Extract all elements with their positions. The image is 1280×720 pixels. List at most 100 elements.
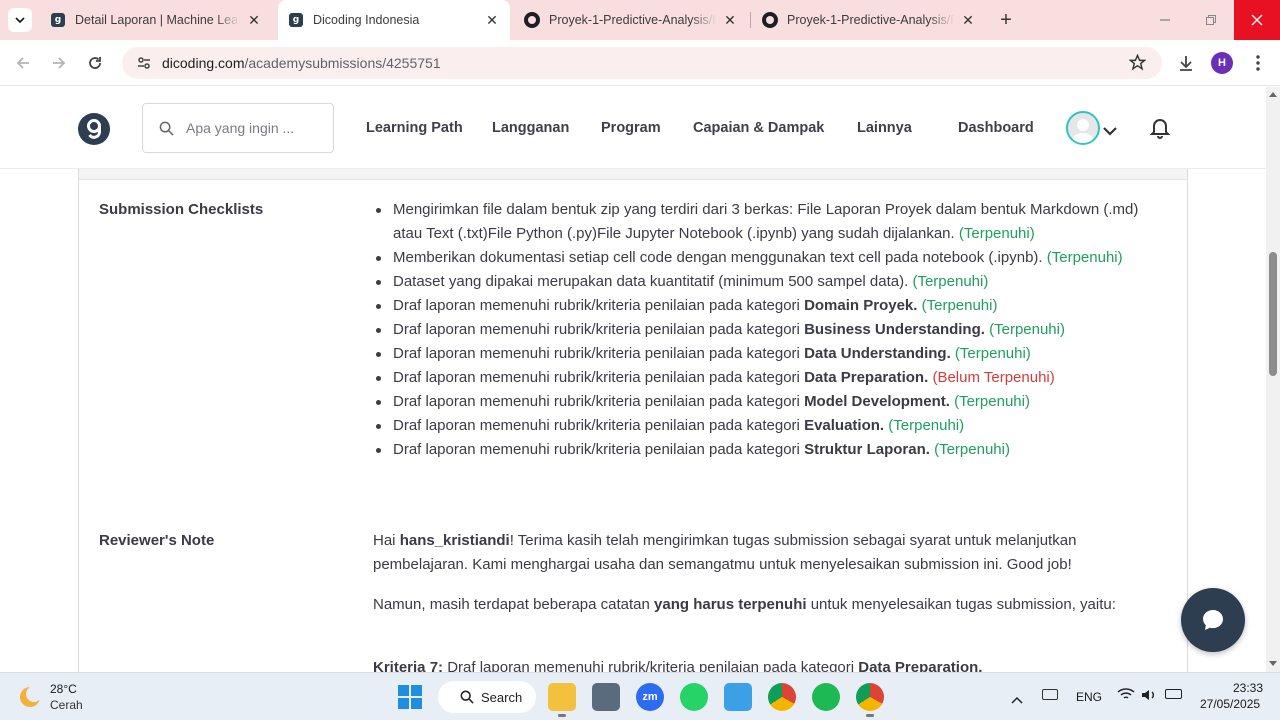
volume-icon[interactable] — [1141, 688, 1157, 707]
notepad-icon[interactable] — [724, 683, 752, 711]
user-avatar[interactable] — [1066, 111, 1100, 145]
scroll-up-icon[interactable] — [1269, 91, 1277, 97]
tab-detail-laporan[interactable]: g Detail Laporan | Machine Learni ✕ — [40, 0, 272, 40]
tab-github-laporan[interactable]: Proyek-1-Predictive-Analysis/La ✕ — [514, 0, 748, 40]
keyboard-icon[interactable] — [1042, 689, 1058, 700]
download-icon — [1180, 56, 1192, 71]
chat-button[interactable] — [1181, 588, 1245, 652]
bell-icon[interactable] — [1149, 117, 1171, 144]
forward-button[interactable] — [46, 40, 72, 86]
tab-title: Detail Laporan | Machine Learni — [75, 13, 240, 27]
arrow-right-icon — [53, 57, 66, 69]
search-label: Search — [481, 689, 523, 705]
search-icon — [460, 690, 474, 704]
criteria-category: Data Preparation. — [858, 659, 983, 672]
close-icon[interactable]: ✕ — [960, 12, 976, 28]
menu-button[interactable] — [1248, 40, 1268, 86]
url-path: /academysubmissions/4255751 — [244, 55, 441, 71]
tab-title: Proyek-1-Predictive-Analysis/La — [549, 13, 716, 27]
dicoding-logo[interactable] — [78, 113, 110, 145]
list-item: Draf laporan memenuhi rubrik/kriteria pe… — [373, 438, 1163, 462]
list-item: Draf laporan memenuhi rubrik/kriteria pe… — [373, 366, 1163, 390]
nav-learning-path[interactable]: Learning Path — [366, 87, 463, 169]
category-name: Data Preparation. — [804, 369, 929, 386]
address-bar[interactable]: dicoding.com/academysubmissions/4255751 — [122, 47, 1162, 79]
taskbar-search[interactable]: Search — [438, 681, 536, 713]
file-explorer-icon[interactable] — [548, 683, 576, 711]
nav-capaian-dampak[interactable]: Capaian & Dampak — [693, 87, 824, 169]
checklist-text: Dataset yang dipakai merupakan data kuan… — [393, 273, 909, 290]
site-header: Apa yang ingin ... Learning Path Langgan… — [0, 87, 1266, 169]
list-item: Draf laporan memenuhi rubrik/kriteria pe… — [373, 318, 1163, 342]
status-ok: (Terpenuhi) — [958, 225, 1035, 242]
tab-github-predictive[interactable]: Proyek-1-Predictive-Analysis/Pr ✕ — [752, 0, 986, 40]
username: hans_kristiandi — [399, 532, 510, 549]
site-info-icon[interactable] — [136, 55, 152, 71]
search-icon — [159, 121, 174, 136]
category-name: Business Understanding. — [804, 321, 985, 338]
nav-program[interactable]: Program — [601, 87, 661, 169]
checklist-label: Submission Checklists — [99, 201, 264, 218]
dicoding-icon: g — [50, 12, 66, 28]
chat-bubble-icon — [1203, 610, 1223, 630]
close-icon[interactable]: ✕ — [484, 12, 500, 28]
search-input[interactable]: Apa yang ingin ... — [142, 103, 334, 153]
chrome-icon[interactable] — [768, 683, 796, 711]
weather-desc: Cerah — [50, 698, 83, 712]
status-ok: (Terpenuhi) — [954, 393, 1030, 410]
nav-dashboard[interactable]: Dashboard — [958, 87, 1034, 169]
spotify-icon[interactable] — [812, 683, 840, 711]
reload-button[interactable] — [82, 40, 108, 86]
download-button[interactable] — [1174, 40, 1198, 86]
remarks-emphasis: yang harus terpenuhi — [654, 596, 807, 613]
back-button[interactable] — [10, 40, 36, 86]
reload-icon — [89, 57, 101, 69]
tab-dicoding-indonesia[interactable]: g Dicoding Indonesia ✕ — [278, 0, 510, 40]
status-ok: (Terpenuhi) — [954, 345, 1031, 362]
status-ok: (Terpenuhi) — [912, 273, 989, 290]
active-indicator — [866, 714, 874, 717]
close-icon[interactable]: ✕ — [722, 12, 738, 28]
bookmark-star-icon[interactable] — [1129, 54, 1146, 71]
category-name: Model Development. — [804, 393, 950, 410]
chrome-profile-icon[interactable] — [856, 683, 884, 711]
clock-time[interactable]: 23:33 — [1233, 681, 1263, 695]
calculator-icon[interactable] — [592, 683, 620, 711]
wifi-icon[interactable] — [1117, 687, 1135, 706]
new-tab-button[interactable]: + — [994, 0, 1018, 40]
card-header-strip — [78, 169, 1188, 180]
close-window-button[interactable] — [1234, 0, 1280, 40]
battery-icon[interactable] — [1165, 689, 1182, 699]
chevron-down-icon[interactable] — [1103, 123, 1117, 141]
profile-avatar[interactable]: H — [1211, 52, 1233, 74]
tab-search-button[interactable] — [8, 8, 32, 32]
status-ok: (Terpenuhi) — [888, 417, 965, 434]
minimize-button[interactable] — [1142, 0, 1188, 40]
weather-temp: 28°C — [50, 682, 77, 696]
nav-langganan[interactable]: Langganan — [492, 87, 569, 169]
reviewer-note-label: Reviewer's Note — [99, 532, 215, 549]
remarks-text-end: untuk menyelesaikan tugas submission, ya… — [806, 596, 1116, 613]
moon-icon — [20, 686, 42, 707]
scroll-down-icon[interactable] — [1269, 661, 1277, 667]
category-name: Data Understanding. — [804, 345, 951, 362]
weather-widget[interactable]: 28°C Cerah — [16, 682, 116, 714]
list-item: Memberikan dokumentasi setiap cell code … — [373, 246, 1163, 270]
tab-strip: g Detail Laporan | Machine Learni ✕ g Di… — [0, 0, 1280, 40]
whatsapp-icon[interactable] — [680, 683, 708, 711]
start-button[interactable] — [398, 685, 422, 709]
close-icon[interactable]: ✕ — [246, 12, 262, 28]
checklist-text: Draf laporan memenuhi rubrik/kriteria pe… — [393, 345, 805, 362]
restore-button[interactable] — [1188, 0, 1234, 40]
close-icon — [1251, 14, 1263, 26]
checklist-text: Draf laporan memenuhi rubrik/kriteria pe… — [393, 297, 805, 314]
chevron-up-icon[interactable] — [1011, 691, 1023, 709]
clock-date[interactable]: 27/05/2025 — [1200, 697, 1260, 711]
scrollbar-thumb[interactable] — [1269, 252, 1277, 376]
page-scrollbar[interactable] — [1266, 87, 1280, 672]
list-item: Draf laporan memenuhi rubrik/kriteria pe… — [373, 294, 1163, 318]
nav-lainnya[interactable]: Lainnya — [857, 87, 912, 169]
greeting-text: Hai — [373, 532, 400, 549]
language-indicator[interactable]: ENG — [1076, 690, 1102, 704]
zoom-icon[interactable]: zm — [636, 683, 664, 711]
